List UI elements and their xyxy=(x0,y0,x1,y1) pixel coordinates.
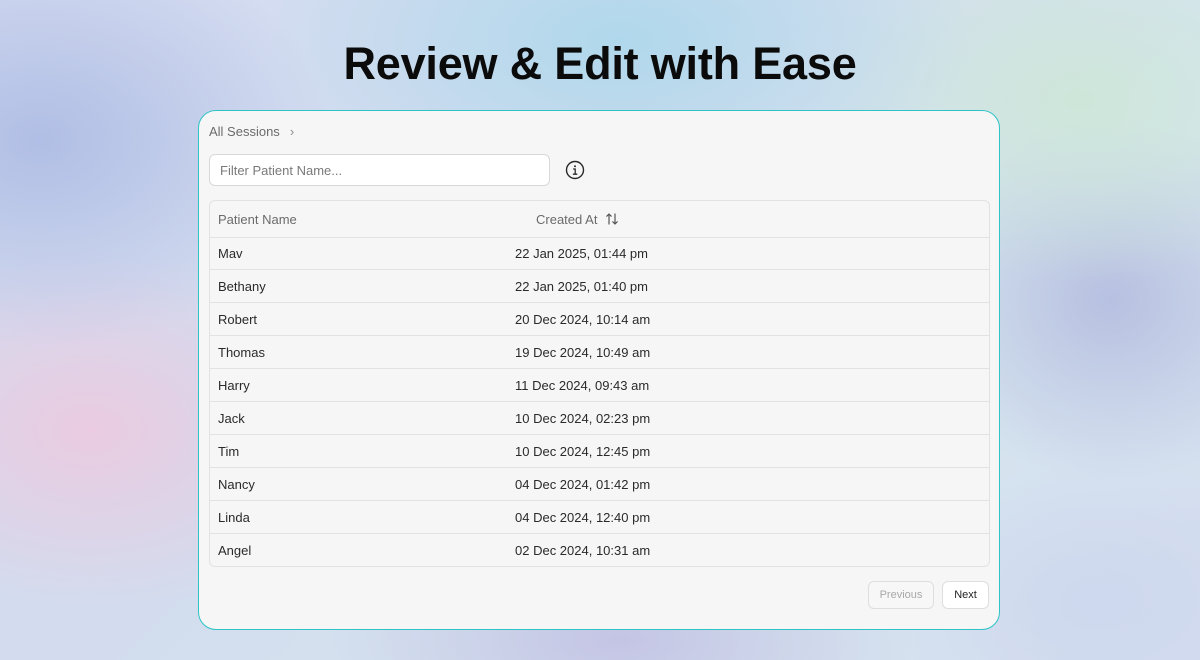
breadcrumb-all-sessions[interactable]: All Sessions xyxy=(209,124,280,139)
table-body: Mav 22 Jan 2025, 01:44 pm Bethany 22 Jan 20… xyxy=(210,237,989,566)
created-at-cell: 22 Jan 2025, 01:40 pm xyxy=(515,279,648,294)
table-row[interactable]: Harry 11 Dec 2024, 09:43 am xyxy=(210,369,989,402)
patient-name-cell: Tim xyxy=(218,444,240,459)
sessions-table: Patient Name Created At Mav 22 Jan 2025, … xyxy=(209,200,990,567)
created-at-cell: 20 Dec 2024, 10:14 am xyxy=(515,312,651,327)
breadcrumb: All Sessions › xyxy=(209,124,294,139)
created-at-cell: 10 Dec 2024, 12:45 pm xyxy=(515,444,651,459)
table-row[interactable]: Bethany 22 Jan 2025, 01:40 pm xyxy=(210,270,989,303)
patient-name-cell: Mav xyxy=(218,246,243,261)
patient-name-cell: Robert xyxy=(218,312,258,327)
patient-name-cell: Thomas xyxy=(218,345,265,360)
filter-patient-name-input[interactable] xyxy=(209,154,550,186)
created-at-cell: 22 Jan 2025, 01:44 pm xyxy=(515,246,648,261)
table-row[interactable]: Mav 22 Jan 2025, 01:44 pm xyxy=(210,237,989,270)
created-at-cell: 10 Dec 2024, 02:23 pm xyxy=(515,411,651,426)
table-row[interactable]: Angel 02 Dec 2024, 10:31 am xyxy=(210,534,989,566)
next-button[interactable]: Next xyxy=(942,581,989,609)
patient-name-cell: Linda xyxy=(218,510,250,525)
column-header-created-at-label: Created At xyxy=(536,211,598,227)
column-header-patient-name: Patient Name xyxy=(218,212,297,227)
table-row[interactable]: Nancy 04 Dec 2024, 01:42 pm xyxy=(210,468,989,501)
sessions-card: All Sessions › Patient Name Created At M… xyxy=(198,110,1000,630)
page-headline: Review & Edit with Ease xyxy=(343,38,857,89)
patient-name-cell: Harry xyxy=(218,378,250,393)
table-row[interactable]: Thomas 19 Dec 2024, 10:49 am xyxy=(210,336,989,369)
created-at-cell: 02 Dec 2024, 10:31 am xyxy=(515,543,651,558)
created-at-cell: 19 Dec 2024, 10:49 am xyxy=(515,345,651,360)
created-at-cell: 11 Dec 2024, 09:43 am xyxy=(515,378,650,393)
table-row[interactable]: Jack 10 Dec 2024, 02:23 pm xyxy=(210,402,989,435)
created-at-cell: 04 Dec 2024, 01:42 pm xyxy=(515,477,651,492)
created-at-cell: 04 Dec 2024, 12:40 pm xyxy=(515,510,651,525)
table-row[interactable]: Tim 10 Dec 2024, 12:45 pm xyxy=(210,435,989,468)
info-icon[interactable] xyxy=(565,160,585,180)
table-header: Patient Name Created At xyxy=(210,201,989,238)
column-header-created-at[interactable]: Created At xyxy=(530,209,625,229)
table-row[interactable]: Linda 04 Dec 2024, 12:40 pm xyxy=(210,501,989,534)
pagination: Previous Next xyxy=(868,581,989,609)
chevron-right-icon: › xyxy=(289,124,295,139)
patient-name-cell: Jack xyxy=(218,411,245,426)
table-row[interactable]: Robert 20 Dec 2024, 10:14 am xyxy=(210,303,989,336)
patient-name-cell: Nancy xyxy=(218,477,255,492)
patient-name-cell: Bethany xyxy=(218,279,266,294)
sort-arrows-icon xyxy=(606,213,619,225)
previous-button[interactable]: Previous xyxy=(868,581,934,609)
patient-name-cell: Angel xyxy=(218,543,252,558)
